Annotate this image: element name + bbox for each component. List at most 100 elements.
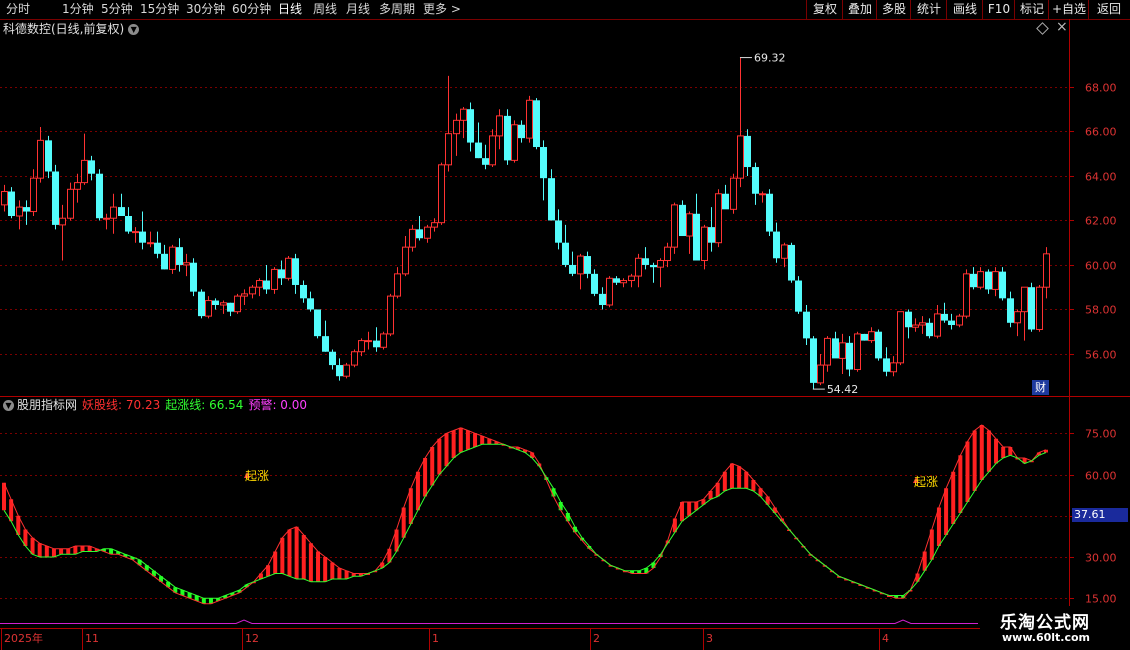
candle-body — [664, 246, 671, 261]
indicator-bar — [729, 463, 734, 489]
indicator-bar — [294, 526, 299, 579]
candle-body — [999, 271, 1006, 299]
candle-body — [635, 257, 642, 277]
candle-body — [278, 269, 285, 279]
indicator-bar — [415, 471, 420, 511]
candle-body — [650, 264, 657, 268]
candle-body — [977, 271, 984, 288]
candle-body — [599, 293, 606, 305]
candle-body — [803, 311, 810, 339]
candle-body — [1014, 311, 1021, 324]
candle-body — [926, 322, 933, 337]
candle-body — [88, 160, 95, 174]
indicator-line1-value: 妖股线: 70.23 — [82, 398, 161, 412]
candle-body — [948, 320, 955, 326]
candle-body — [1, 191, 8, 206]
candle-body — [409, 228, 416, 248]
x-tick-label: 2 — [593, 632, 600, 645]
chevron-down-icon[interactable]: ▼ — [3, 400, 14, 411]
current-value-tag: 37.61 — [1072, 508, 1128, 522]
candle-body — [205, 300, 212, 317]
y-tick-label: 68.00 — [1085, 82, 1117, 95]
candle-body — [817, 364, 824, 384]
candle-body — [518, 124, 525, 139]
candle-body — [45, 140, 52, 172]
candle-body — [555, 220, 562, 243]
candle-body — [737, 135, 744, 179]
candle-body — [16, 206, 23, 217]
candle-body — [489, 135, 496, 166]
candle-body — [394, 273, 401, 297]
candle-body — [125, 216, 132, 232]
candle-body — [96, 173, 103, 219]
candle-body — [336, 365, 343, 377]
candle-body — [934, 313, 941, 337]
candle-body — [190, 262, 197, 292]
finance-badge[interactable]: 财 — [1032, 380, 1049, 395]
candle-body — [941, 313, 948, 321]
candle-body — [744, 135, 751, 168]
candle-body — [1007, 298, 1014, 323]
candle-body — [577, 255, 584, 275]
candlestick-chart: 69.32 54.42 — [1, 52, 1050, 396]
candle-body — [365, 340, 372, 343]
candle-body — [795, 280, 802, 312]
indicator-bar — [30, 537, 35, 555]
candle-body — [591, 273, 598, 294]
candle-body — [234, 295, 241, 313]
series-line-qizhang — [3, 443, 1047, 599]
indicator-header: ▼ 股朋指标网 妖股线: 70.23 起涨线: 66.54 预警: 0.00 — [3, 398, 312, 413]
candle-body — [358, 340, 365, 353]
candle-body — [220, 302, 227, 306]
candle-body — [424, 226, 431, 239]
indicator-bar — [458, 427, 463, 453]
indicator-bar — [344, 570, 349, 579]
candle-body — [329, 351, 336, 366]
candle-body — [883, 358, 890, 372]
indicator-bar — [66, 548, 71, 555]
indicator-bar — [330, 562, 335, 579]
candle-body — [992, 271, 999, 290]
candle-body — [373, 340, 380, 348]
candle-body — [241, 293, 248, 297]
candle-body — [584, 256, 591, 274]
candle-body — [161, 253, 168, 270]
chart-canvas[interactable]: 69.32 54.42 68.00 66.00 64.00 62.00 60.00 58.0… — [0, 0, 1130, 650]
candle-body — [956, 315, 963, 326]
candle-body — [467, 109, 474, 143]
candle-body — [292, 258, 299, 285]
candle-body — [562, 242, 569, 265]
candle-body — [1028, 287, 1035, 330]
price-annotation: 54.42 — [827, 383, 859, 396]
candle-body — [890, 362, 897, 373]
candle-body — [679, 204, 686, 237]
indicator-bar — [979, 425, 984, 480]
y-tick-label: 56.00 — [1085, 349, 1117, 362]
indicator-bar — [994, 438, 999, 464]
candle-body — [212, 300, 219, 305]
candle-body — [30, 177, 37, 213]
candle-body — [118, 207, 125, 216]
candle-body — [657, 260, 664, 268]
candle-body — [781, 244, 788, 259]
candle-body — [81, 159, 88, 184]
indicator-warn-value: 预警: 0.00 — [248, 398, 308, 412]
candle-body — [416, 229, 423, 239]
candle-body — [351, 351, 358, 366]
candle-body — [256, 280, 263, 288]
indicator-bar — [965, 441, 970, 502]
candle-body — [671, 204, 678, 248]
indicator-bar — [37, 543, 42, 557]
candle-body — [445, 133, 452, 166]
candle-body — [59, 217, 66, 226]
candle-body — [606, 277, 613, 306]
candle-body — [154, 242, 161, 254]
indicator-bar — [430, 447, 435, 486]
candle-body — [715, 193, 722, 244]
candle-body — [875, 331, 882, 359]
candle-body — [307, 298, 314, 310]
indicator-bar — [1008, 447, 1013, 456]
candle-body — [263, 280, 270, 290]
candle-body — [897, 311, 904, 364]
candle-body — [169, 246, 176, 270]
